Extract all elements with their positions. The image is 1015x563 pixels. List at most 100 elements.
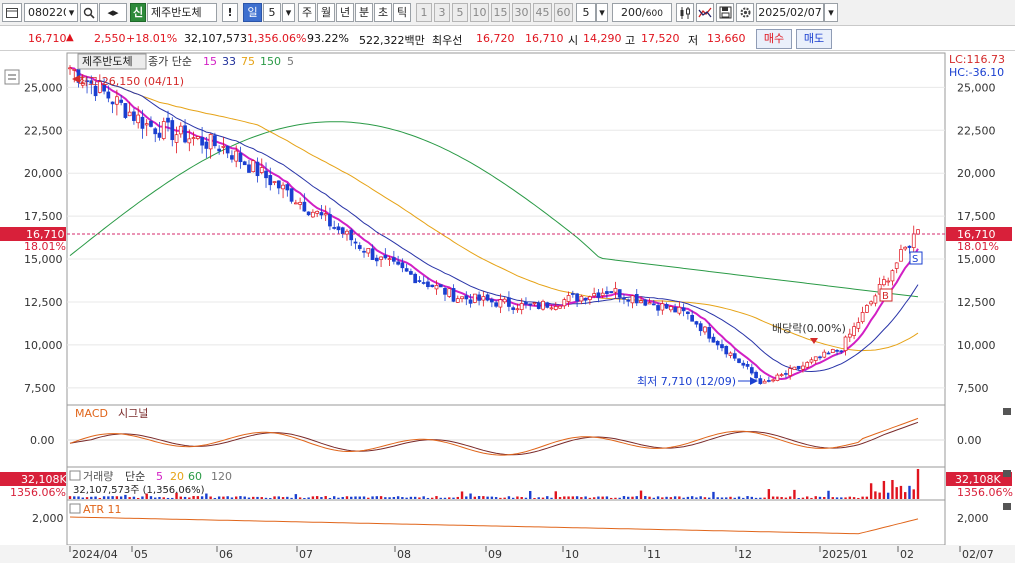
candle-body — [677, 306, 682, 314]
minute-custom-dropdown[interactable]: ▾ — [596, 3, 608, 22]
candle-body — [238, 152, 243, 163]
macd-panel-close-icon[interactable] — [1003, 408, 1011, 415]
period-week-tab[interactable]: 주 — [298, 3, 316, 22]
gear-icon[interactable] — [736, 3, 754, 22]
period-tick-tab[interactable]: 틱 — [393, 3, 411, 22]
volume-bar — [631, 496, 634, 499]
panel-menu-icon[interactable] — [4, 69, 20, 85]
low-annotation: 최저 7,710 (12/09) — [637, 375, 736, 388]
minute-30-button[interactable]: 30 — [512, 3, 531, 22]
chart-area[interactable]: 25,000 25,000 22,500 22,500 20,000 20,000 17,5… — [0, 52, 1015, 563]
volume-bar — [524, 497, 528, 499]
volume-bar — [695, 497, 698, 499]
candle-body — [170, 120, 175, 141]
period-year-tab[interactable]: 년 — [336, 3, 354, 22]
volume-bar — [226, 496, 229, 499]
stock-name-field[interactable]: 제주반도체 — [147, 3, 217, 22]
low-price: 13,660 — [707, 32, 746, 45]
minute-10-button[interactable]: 10 — [470, 3, 489, 22]
legend-ma15: 15 — [203, 55, 217, 68]
save-icon[interactable] — [716, 3, 734, 22]
candle-body — [72, 69, 77, 71]
candle-body — [298, 201, 302, 205]
price-tick-left: 20,000 — [24, 167, 63, 180]
candle-body — [647, 302, 652, 305]
volume-bar — [375, 496, 379, 499]
volume-panel-close-icon[interactable] — [1003, 470, 1011, 477]
period-number-dropdown[interactable]: ▾ — [282, 3, 295, 22]
volume-bar — [217, 496, 221, 499]
minute-3-button[interactable]: 3 — [434, 3, 450, 22]
minute-1-button[interactable]: 1 — [416, 3, 432, 22]
candle-body — [860, 312, 865, 323]
period-number-input[interactable]: 5 — [263, 3, 281, 22]
legend-ma33: 33 — [222, 55, 236, 68]
volume-bar — [477, 496, 481, 499]
x-tick-label: 06 — [219, 548, 233, 561]
buy-button[interactable]: 매수 — [756, 29, 792, 49]
volume-bar — [776, 496, 779, 499]
candle-body — [127, 111, 132, 117]
atr-panel[interactable] — [66, 499, 946, 546]
volume-bar — [320, 497, 323, 499]
volume-bar — [413, 496, 417, 499]
search-icon[interactable] — [80, 3, 98, 22]
candle-body — [481, 296, 486, 301]
volume-badge-right-text: 32,108K — [955, 473, 1001, 486]
volume-bar — [763, 497, 766, 499]
candle-body — [353, 241, 358, 244]
volume-bar — [861, 496, 864, 499]
period-minute-tab[interactable]: 분 — [355, 3, 373, 22]
candle-body — [115, 96, 119, 105]
stock-chart[interactable]: 25,000 25,000 22,500 22,500 20,000 20,000 17,5… — [0, 52, 1015, 563]
candle-body — [656, 305, 660, 311]
calendar-dropdown[interactable]: ▾ — [824, 3, 838, 22]
volume-menu-icon[interactable] — [69, 470, 81, 481]
candle-body — [276, 180, 281, 189]
candle-body — [622, 297, 626, 300]
minute-15-button[interactable]: 15 — [491, 3, 510, 22]
minute-custom-input[interactable]: 5 — [576, 3, 596, 22]
volume-bar — [840, 497, 843, 499]
candle-body — [711, 336, 716, 343]
x-tick-label: 2024/04 — [72, 548, 118, 561]
volume-bar — [90, 496, 93, 499]
candle-body — [289, 188, 294, 202]
period-second-tab[interactable]: 초 — [374, 3, 392, 22]
volume-bar — [439, 497, 442, 499]
price-panel[interactable] — [66, 52, 946, 406]
candle-body — [157, 132, 162, 138]
volume-bar — [699, 496, 702, 499]
volume-bar — [162, 497, 165, 499]
minute-45-button[interactable]: 45 — [533, 3, 552, 22]
atr-panel-close-icon[interactable] — [1003, 503, 1011, 510]
volume-bar — [230, 497, 234, 499]
data-count-field[interactable]: 200/600 — [612, 3, 672, 22]
window-icon[interactable] — [2, 3, 22, 22]
speaker-icon[interactable]: ◂▸ — [99, 3, 127, 22]
atr-menu-icon[interactable] — [69, 503, 81, 514]
candle-body — [856, 322, 861, 329]
volume-bar — [806, 496, 809, 499]
candle-body — [536, 302, 541, 309]
compare-chart-icon[interactable] — [696, 3, 714, 22]
volume-bar — [904, 492, 907, 499]
minute-5-button[interactable]: 5 — [452, 3, 468, 22]
date-input[interactable]: 2025/02/07 — [756, 3, 824, 22]
chevron-down-icon[interactable]: ▾ — [66, 3, 78, 22]
candle-type-icon[interactable] — [676, 3, 694, 22]
macd-panel[interactable] — [66, 404, 946, 468]
volume-bar — [801, 497, 805, 499]
period-month-tab[interactable]: 월 — [317, 3, 335, 22]
period-day-tab[interactable]: 일 — [243, 3, 262, 22]
legend-ma75: 75 — [241, 55, 255, 68]
alert-button[interactable]: ! — [222, 3, 238, 22]
sell-button[interactable]: 매도 — [796, 29, 832, 49]
candle-body — [784, 373, 788, 375]
candle-body — [847, 333, 852, 338]
candle-body — [588, 296, 592, 300]
volume-bar — [507, 496, 511, 499]
volume-bar — [793, 489, 796, 499]
volume-bar — [183, 496, 187, 499]
minute-60-button[interactable]: 60 — [554, 3, 573, 22]
